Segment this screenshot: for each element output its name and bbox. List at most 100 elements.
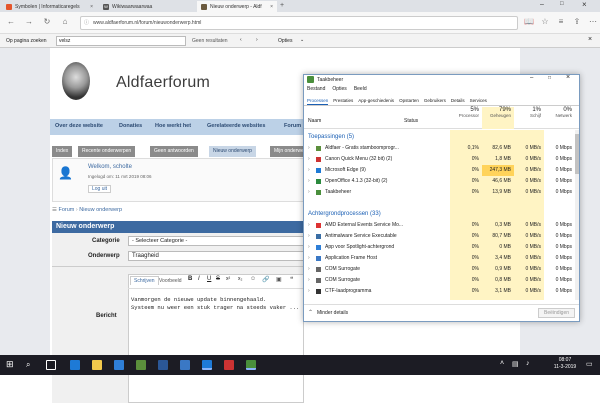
expand-chevron-icon[interactable]: › — [308, 231, 310, 242]
minimize-icon[interactable]: – — [540, 1, 544, 8]
menu-item-over[interactable]: Over deze website — [55, 123, 103, 129]
share-icon[interactable]: ⇪ — [572, 17, 582, 27]
expand-chevron-icon[interactable]: › — [308, 253, 310, 264]
image-icon[interactable]: ▣ — [276, 276, 282, 283]
word-icon[interactable] — [158, 360, 168, 370]
emoji-icon[interactable]: ☺ — [250, 276, 256, 282]
column-network[interactable]: 0% Netwerk — [544, 107, 575, 129]
subscript-button[interactable]: x₂ — [238, 276, 242, 282]
menu-item-forum[interactable]: Forum — [284, 123, 301, 129]
expand-chevron-icon[interactable]: › — [308, 264, 310, 275]
editor-tab-write[interactable]: Schrijven — [130, 276, 159, 285]
expand-chevron-icon[interactable]: › — [308, 176, 310, 187]
aldfaer-taskbar-icon[interactable] — [136, 360, 146, 370]
expand-chevron-icon[interactable]: › — [308, 165, 310, 176]
home-icon[interactable]: ⌂ — [60, 17, 70, 27]
tm-tab-opstarten[interactable]: Opstarten — [399, 95, 419, 105]
chevron-up-icon[interactable]: ⌃ — [308, 309, 313, 316]
expand-chevron-icon[interactable]: › — [308, 275, 310, 286]
tm-tab-processen[interactable]: Processen — [307, 95, 329, 105]
tm-tab-app-geschiedenis[interactable]: App-geschiedenis — [358, 95, 394, 105]
column-name[interactable]: Naam — [308, 118, 321, 124]
maximize-icon[interactable]: □ — [560, 1, 564, 7]
task-manager-taskbar-icon[interactable] — [246, 360, 256, 370]
menu-item-hoe-werkt-het[interactable]: Hoe werkt het — [155, 123, 191, 129]
browser-tab[interactable]: W Wikiwaarwaarwaa — [99, 1, 195, 12]
quote-icon[interactable]: ❝ — [290, 276, 293, 283]
tm-process-row[interactable]: › Canon Quick Menu (32 bit) (2) 0% 1,8 MB 0 … — [304, 154, 581, 165]
favorite-star-icon[interactable]: ☆ — [540, 17, 550, 27]
tab-index[interactable]: Index — [52, 146, 73, 157]
category-select[interactable]: - Selecteer Categorie - — [128, 236, 304, 246]
tm-tab-gebruikers[interactable]: Gebruikers — [424, 95, 446, 105]
tm-tab-services[interactable]: Services — [470, 95, 487, 105]
site-title[interactable]: Aldfaerforum — [116, 74, 210, 92]
tm-process-row[interactable]: › COM Surrogate 0% 0,8 MB 0 MB/s 0 Mbps — [304, 275, 581, 286]
tab-geen-antwoorden[interactable]: Geen antwoorden — [150, 146, 198, 157]
close-find-icon[interactable]: × — [588, 36, 592, 43]
expand-chevron-icon[interactable]: › — [308, 187, 310, 198]
menu-item-donaties[interactable]: Donaties — [119, 123, 142, 129]
new-tab-icon[interactable]: + — [280, 2, 284, 9]
expand-chevron-icon[interactable]: › — [308, 242, 310, 253]
next-result-icon[interactable]: › — [256, 37, 258, 43]
tm-process-row[interactable]: › Antimalware Service Executable 0% 80,7 MB… — [304, 231, 581, 242]
expand-chevron-icon[interactable]: › — [308, 220, 310, 231]
tm-menu-opties[interactable]: Opties — [332, 86, 346, 92]
file-explorer-icon[interactable] — [92, 360, 102, 370]
end-task-button[interactable]: Beëindigen — [538, 308, 576, 318]
start-windows-icon[interactable]: ⊞ — [6, 359, 14, 370]
tab-mijn-onderwerpen[interactable]: Mijn onderwerpen — [270, 146, 303, 157]
search-icon[interactable]: ⌕ — [26, 360, 30, 370]
column-memory[interactable]: 79% Geheugen — [482, 107, 514, 129]
close-icon[interactable]: × — [270, 4, 273, 10]
reading-view-icon[interactable]: 📖 — [524, 17, 534, 27]
edge-taskbar-icon[interactable] — [70, 360, 80, 370]
column-status[interactable]: Status — [404, 118, 418, 124]
url-input[interactable]: ⓘ www.aldfaerforum.nl/forum/nieuwonderwe… — [80, 16, 518, 30]
tm-tab-prestaties[interactable]: Prestaties — [333, 95, 353, 105]
refresh-icon[interactable]: ↻ — [42, 17, 52, 27]
back-icon[interactable]: ← — [6, 17, 16, 27]
link-icon[interactable]: 🔗 — [262, 276, 269, 283]
more-icon[interactable]: ⋯ — [588, 17, 598, 27]
close-icon[interactable]: × — [90, 4, 93, 10]
browser-tab-active[interactable]: Nieuw onderwerp - Aldf × — [197, 1, 277, 12]
underline-button[interactable]: U — [207, 276, 211, 282]
fewer-details-link[interactable]: Minder details — [317, 310, 348, 316]
subject-input[interactable]: Traagheid — [128, 251, 304, 261]
logout-button[interactable]: Log uit — [88, 185, 112, 193]
strike-button[interactable]: S — [216, 276, 220, 282]
menu-item-gerelateerd[interactable]: Gerelateerde websites — [207, 123, 265, 129]
close-window-icon[interactable]: × — [582, 0, 587, 9]
breadcrumb-forum[interactable]: Forum — [58, 207, 74, 213]
tm-process-row[interactable]: › OpenOffice 4.1.3 (32-bit) (2) 0% 46,6 MB 0… — [304, 176, 581, 187]
bold-button[interactable]: B — [188, 276, 192, 282]
expand-chevron-icon[interactable]: › — [308, 154, 310, 165]
tm-process-row[interactable]: › CTF-laadprogramma 0% 3,1 MB 0 MB/s 0 Mbps — [304, 286, 581, 297]
task-view-icon[interactable] — [46, 360, 56, 370]
favorites-hub-icon[interactable]: ≡ — [556, 17, 566, 27]
close-icon[interactable]: × — [566, 74, 570, 81]
italic-button[interactable]: I — [198, 276, 200, 282]
notifications-icon[interactable]: ▭ — [586, 360, 593, 368]
tm-process-row[interactable]: › Aldfaer - Gratis stamboomprogr... 0,1% 82… — [304, 143, 581, 154]
tm-process-row[interactable]: › Microsoft Edge (9) 0% 247,3 MB 0 MB/s 0 Mbp… — [304, 165, 581, 176]
tm-tab-details[interactable]: Details — [451, 95, 465, 105]
previous-result-icon[interactable]: ‹ — [240, 37, 242, 43]
find-input[interactable]: velsz — [56, 36, 186, 46]
forward-icon[interactable]: → — [24, 17, 34, 27]
tray-chevron-icon[interactable]: ˄ — [500, 360, 504, 367]
browser-tab[interactable]: Symbolen | Informaticaregels × — [2, 1, 97, 12]
openoffice-icon[interactable] — [224, 360, 234, 370]
edge-active-icon[interactable] — [202, 360, 212, 370]
column-processor[interactable]: 5% Processor — [450, 107, 482, 129]
expand-chevron-icon[interactable]: › — [308, 286, 310, 297]
network-icon[interactable]: ▤ — [512, 360, 519, 368]
editor-tab-preview[interactable]: Voorbeeld — [156, 277, 185, 285]
tm-process-row[interactable]: › COM Surrogate 0% 0,9 MB 0 MB/s 0 Mbps — [304, 264, 581, 275]
superscript-button[interactable]: x² — [226, 276, 230, 282]
maximize-icon[interactable]: □ — [548, 75, 551, 81]
clock[interactable]: 08:07 11-3-2019 — [548, 357, 582, 371]
find-options[interactable]: Opties — [278, 38, 292, 44]
